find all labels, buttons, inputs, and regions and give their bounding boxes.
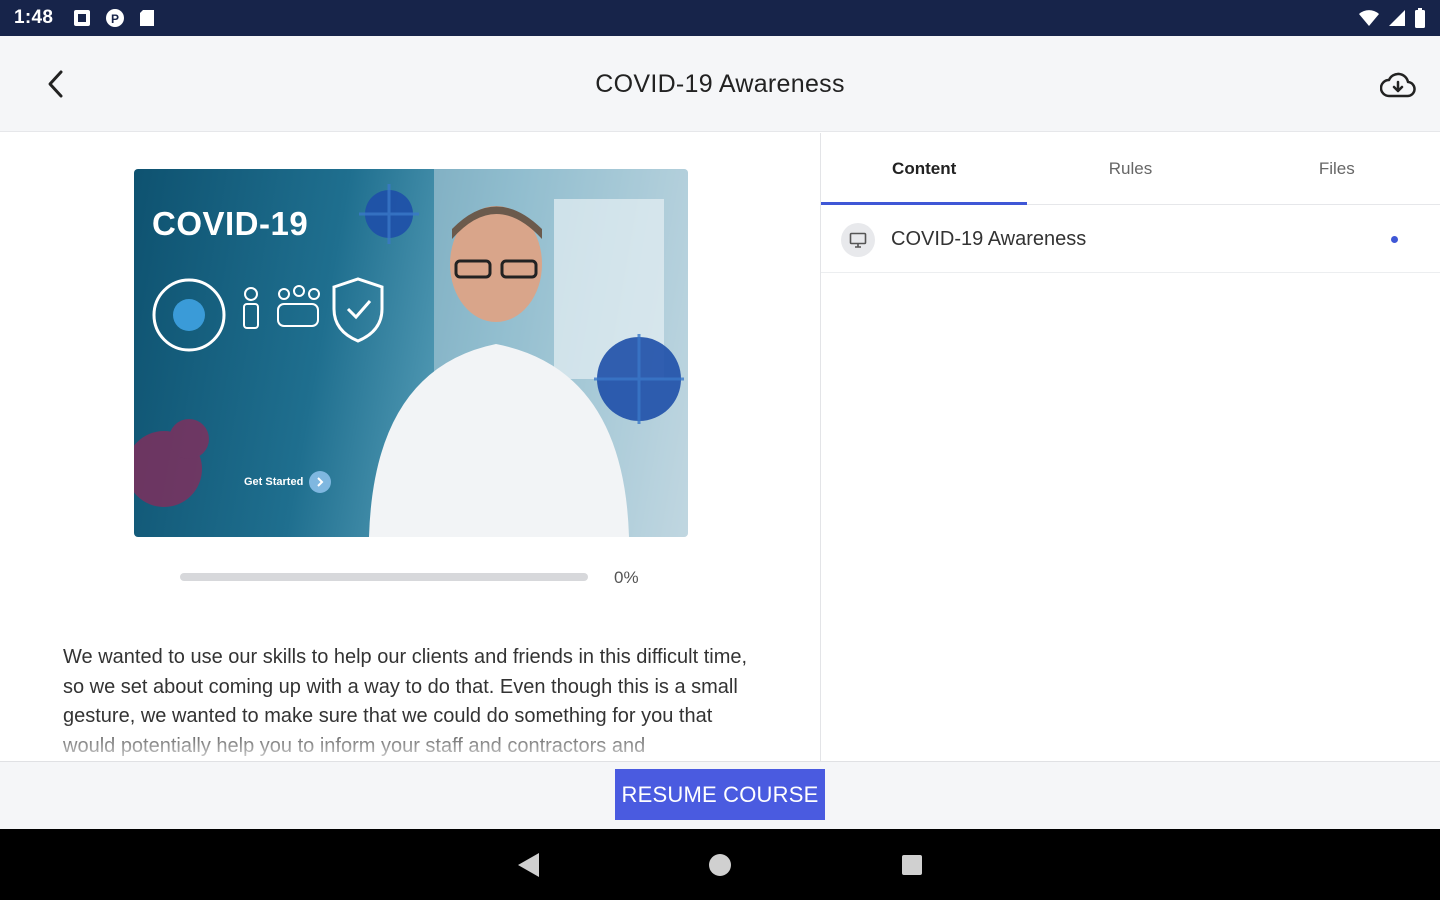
arrow-right-icon: [309, 471, 332, 493]
tab-files[interactable]: Files: [1234, 133, 1440, 204]
unread-indicator: [1391, 236, 1398, 243]
tab-bar: Content Rules Files: [821, 133, 1440, 205]
status-icons-left: P: [73, 8, 155, 28]
bottom-action-bar: RESUME COURSE: [0, 761, 1440, 829]
download-button[interactable]: [1378, 66, 1418, 106]
content-item-label: COVID-19 Awareness: [891, 228, 1087, 250]
status-bar: 1:48 P: [0, 0, 1440, 36]
course-progress-bar: [180, 573, 588, 581]
notification-square-icon: [73, 9, 91, 27]
tab-content[interactable]: Content: [821, 133, 1028, 205]
course-progress-text: 0%: [614, 568, 639, 587]
course-overview-pane: COVID-19 Get Started 0% We wanted to use…: [0, 133, 820, 761]
svg-text:P: P: [111, 12, 119, 26]
cloud-download-icon: [1380, 72, 1416, 98]
course-detail-pane: Content Rules Files COVID-19 Awareness: [821, 133, 1440, 761]
system-nav-bar: [0, 829, 1440, 900]
app-bar: COVID-19 Awareness: [0, 36, 1440, 132]
hero-get-started: Get Started: [244, 471, 332, 493]
course-hero-image: COVID-19 Get Started: [134, 169, 688, 537]
status-icons-right: [1358, 8, 1426, 28]
triangle-back-icon: [518, 853, 539, 877]
resume-course-button[interactable]: RESUME COURSE: [615, 769, 825, 820]
page-title: COVID-19 Awareness: [595, 70, 845, 98]
nav-back-button[interactable]: [514, 851, 542, 879]
cell-signal-icon: [1388, 9, 1406, 27]
circle-home-icon: [709, 854, 731, 876]
tab-rules[interactable]: Rules: [1027, 133, 1233, 204]
course-description: We wanted to use our skills to help our …: [63, 646, 748, 757]
status-time: 1:48: [14, 7, 54, 28]
sd-card-icon: [139, 9, 155, 27]
hero-get-started-label: Get Started: [244, 476, 304, 488]
square-recents-icon: [902, 855, 922, 875]
nav-home-button[interactable]: [706, 851, 734, 879]
hero-title: COVID-19: [152, 205, 309, 242]
monitor-icon: [841, 222, 875, 257]
media-p-icon: P: [105, 8, 125, 28]
content-list-item[interactable]: COVID-19 Awareness: [821, 207, 1440, 273]
wifi-icon: [1358, 9, 1380, 27]
nav-recents-button[interactable]: [898, 851, 926, 879]
battery-icon: [1414, 8, 1426, 28]
